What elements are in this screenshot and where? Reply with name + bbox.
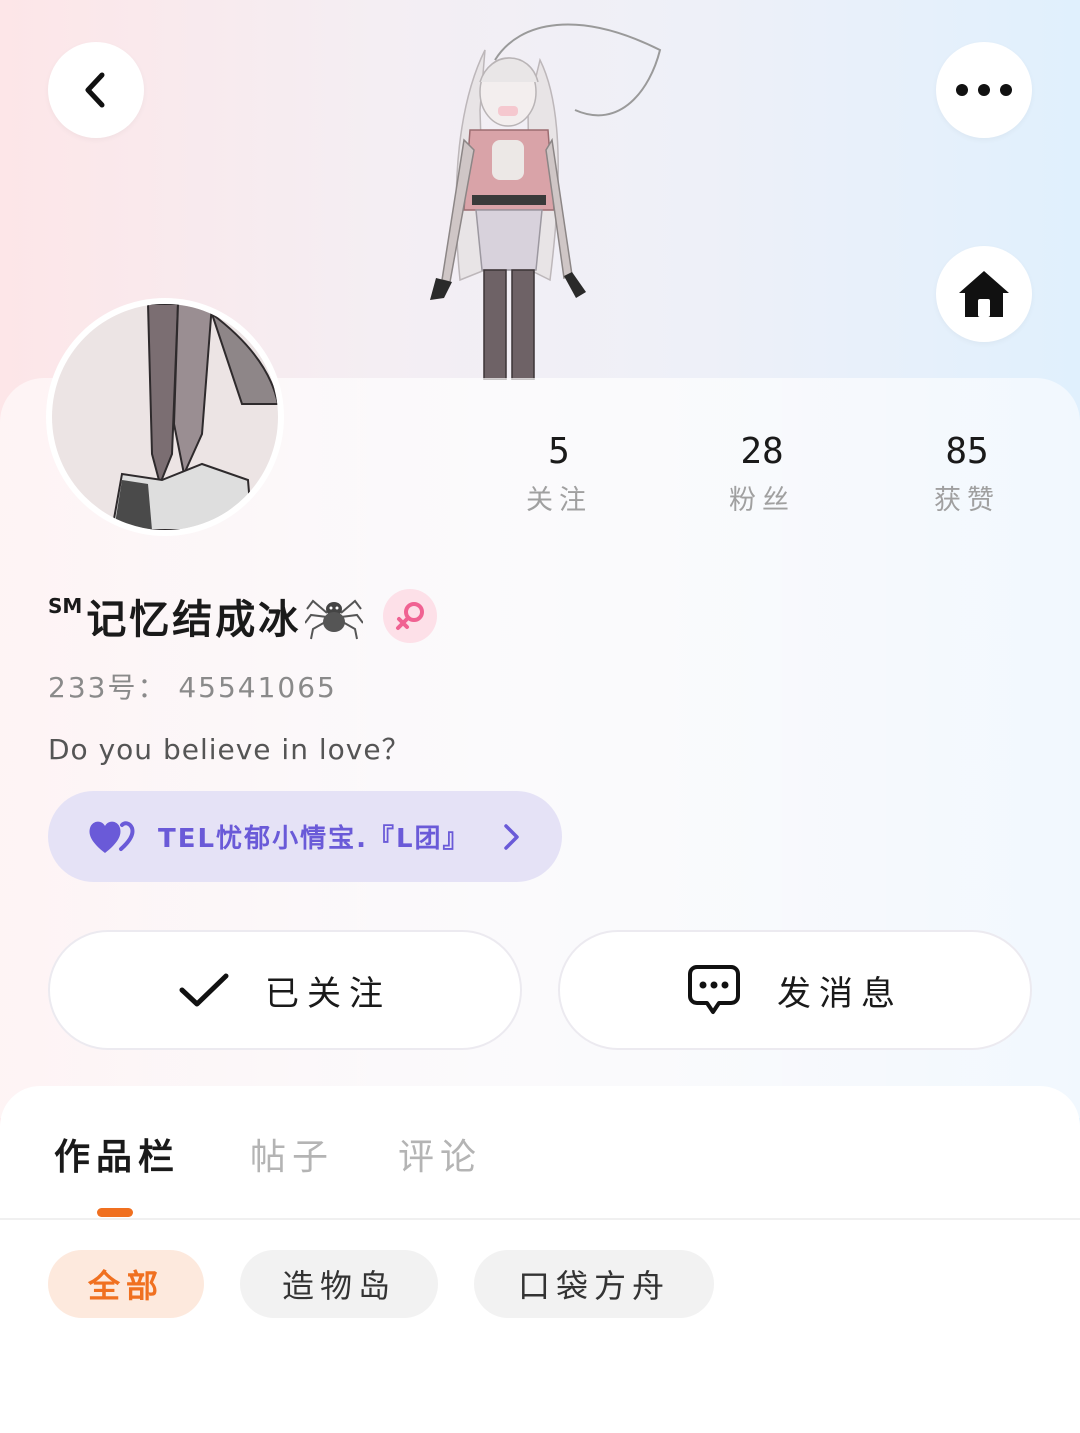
tab-comments[interactable]: 评论 [398,1128,482,1180]
followers-count: 28 [740,431,784,472]
tab-divider [0,1218,1080,1220]
filter-all[interactable]: 全部 [48,1250,204,1318]
avatar-image [52,303,280,531]
spider-icon [305,599,364,640]
home-icon [959,271,1009,317]
bio: Do you believe in love？ [48,733,411,766]
following-count: 5 [548,431,570,472]
home-button[interactable] [936,246,1032,342]
filter-pocket-ark[interactable]: 口袋方舟 [474,1250,714,1318]
message-button[interactable]: 发消息 [558,930,1032,1050]
message-label: 发消息 [777,973,903,1014]
check-icon [179,973,229,1007]
gender-badge [383,589,438,643]
tab-posts[interactable]: 帖子 [250,1128,334,1180]
tab-works[interactable]: 作品栏 [54,1128,180,1180]
chevron-left-icon [85,72,105,108]
chevron-right-icon [504,823,519,850]
stat-followers[interactable]: 28 粉丝 [692,428,832,526]
character-figure [430,23,662,380]
more-button[interactable] [936,42,1032,138]
more-dots-icon [956,84,1012,96]
stat-following[interactable]: 5 关注 [489,428,629,526]
active-tab-indicator [97,1208,133,1217]
likes-count: 85 [945,431,989,472]
group-badge[interactable]: TEL忧郁小情宝.『L团』 [48,791,562,882]
username-row: SM 记忆结成冰 [48,586,438,646]
chat-bubble-icon [688,965,740,1014]
following-label: 关注 [526,485,592,516]
avatar[interactable] [46,298,284,536]
likes-label: 获赞 [934,485,1000,516]
follow-label: 已关注 [265,973,391,1014]
username-prefix: SM [48,594,83,618]
filter-creation-island[interactable]: 造物岛 [240,1250,438,1318]
follow-button[interactable]: 已关注 [48,930,522,1050]
username: 记忆结成冰 [86,597,302,643]
followers-label: 粉丝 [729,485,795,516]
female-icon [396,602,425,630]
back-button[interactable] [48,42,144,138]
group-name: TEL忧郁小情宝.『L团』 [158,824,471,854]
heart-icon [89,820,135,853]
user-id: 233号： 45541065 [48,671,337,704]
stat-likes[interactable]: 85 获赞 [897,428,1037,526]
